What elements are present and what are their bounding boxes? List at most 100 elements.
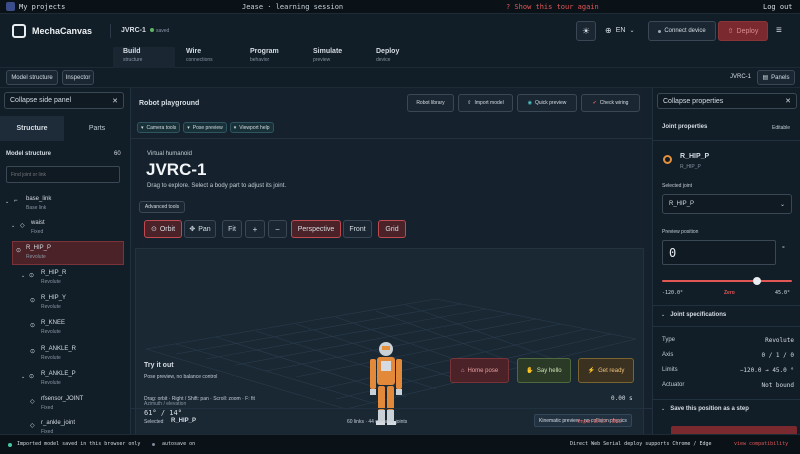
collapse-side-panel-button[interactable]: Collapse side panel ✕: [4, 92, 124, 109]
viewport-help-chip[interactable]: ▾ Viewport help: [229, 122, 274, 133]
connect-device-button[interactable]: Connect device: [648, 21, 716, 41]
theme-toggle-button[interactable]: ☀: [576, 21, 596, 41]
caret-icon: ▾: [141, 124, 144, 131]
import-urdf-link[interactable]: Import URDF / USD: [578, 419, 622, 425]
say-hello-button[interactable]: ✋ Say hello: [517, 358, 571, 383]
save-step-action[interactable]: [671, 426, 797, 434]
chevron-down-icon: ⌄: [629, 28, 635, 34]
robot-hint: Drag to explore. Select a body part to a…: [147, 183, 287, 189]
check-wiring-button[interactable]: ✔ Check wiring: [581, 94, 640, 112]
inspector-button[interactable]: Inspector: [62, 70, 94, 85]
tree-item-type: Revolute: [41, 279, 61, 285]
fixed-joint-icon: ◇: [30, 423, 35, 429]
robot-library-button[interactable]: Robot library: [407, 94, 454, 112]
deploy-button[interactable]: ⇧ Deploy: [718, 21, 768, 41]
tree-item-rfsensor-joint[interactable]: ◇ rfsensor_JOINT Fixed: [0, 393, 130, 417]
spec-key: Limits: [662, 367, 678, 373]
tree-item-r-hip-y[interactable]: ⊙ R_HIP_Y Revolute: [0, 292, 130, 316]
orbit-icon: ⊙: [150, 226, 157, 233]
model-structure-button[interactable]: Model structure: [6, 70, 58, 85]
back-label: My projects: [19, 2, 66, 11]
caret-icon: ▾: [233, 124, 237, 131]
save-step-header[interactable]: ⌄ Save this position as a step: [661, 406, 749, 412]
quick-preview-label: Quick preview: [534, 100, 567, 106]
selected-joint-label: Selected joint: [662, 183, 693, 189]
connect-dot-icon: [658, 29, 662, 33]
language-select[interactable]: ⊕ EN ⌄: [605, 26, 634, 35]
tree-item-waist[interactable]: ⌄ ◇ waist Fixed: [0, 217, 130, 241]
robot-title: JVRC-1: [146, 160, 207, 179]
spec-row-type: Type Revolute: [662, 337, 794, 344]
position-input[interactable]: [662, 240, 776, 265]
get-ready-button[interactable]: ⚡ Get ready: [578, 358, 634, 383]
app-header: MechaCanvas JVRC-1 saved Build structure…: [0, 14, 800, 81]
spec-key: Axis: [662, 352, 674, 358]
spec-key: Actuator: [662, 382, 685, 388]
panels-button[interactable]: ▤ Panels: [757, 70, 795, 85]
position-slider[interactable]: [662, 277, 792, 285]
tree-item-name: rfsensor_JOINT: [41, 396, 84, 402]
autosave-status: autosave on: [162, 441, 196, 447]
joint-select[interactable]: R_HIP_P ⌄: [662, 194, 792, 214]
tree-item-type: Revolute: [41, 304, 61, 310]
quick-preview-button[interactable]: ◉ Quick preview: [517, 94, 577, 112]
tour-link[interactable]: ? Show this tour again: [506, 3, 599, 11]
tree-item-name: waist: [31, 220, 45, 226]
home-pose-button[interactable]: ⌂ Home pose: [450, 358, 509, 383]
tree-item-name: base_link: [26, 196, 52, 202]
advanced-tools-button[interactable]: Advanced tools: [139, 201, 185, 213]
view-compatibility-link[interactable]: view compatibility: [734, 441, 788, 447]
divider: [653, 140, 800, 141]
viewport-help-label: Viewport help: [239, 124, 270, 131]
robot-name-label: JVRC-1: [730, 74, 752, 80]
save-step-title: Save this position as a step: [670, 406, 749, 412]
robot-right-thigh: [387, 386, 394, 410]
slider-thumb[interactable]: [752, 277, 761, 285]
tree-item-r-ankle-p[interactable]: ⌄ ⊙ R_ANKLE_P Revolute: [0, 368, 130, 392]
slider-min-label: -120.0°: [662, 290, 684, 296]
get-ready-label: Get ready: [598, 367, 625, 374]
3d-viewport[interactable]: Azimuth / elevation 61° / 14° Kinematic …: [135, 248, 644, 435]
fixed-joint-icon: ◇: [30, 399, 35, 405]
tree-item-r-knee[interactable]: ⊙ R_KNEE Revolute: [0, 317, 130, 341]
joint-specs-header[interactable]: ⌄ Joint specifications: [661, 312, 726, 318]
collapse-properties-label: Collapse properties: [663, 97, 724, 105]
tree-item-r-hip-p[interactable]: ⊙ R_HIP_P Revolute: [12, 241, 124, 265]
menu-icon[interactable]: ≡: [776, 25, 782, 36]
save-status-text: saved: [156, 28, 170, 34]
revolute-joint-icon: ⊙: [29, 273, 35, 279]
divider: [653, 326, 800, 327]
model-structure-title: Model structure: [6, 151, 52, 157]
joint-search-input[interactable]: [6, 166, 120, 183]
perspective-button[interactable]: Perspective: [291, 220, 341, 238]
pose-preview-chip[interactable]: ▾ Pose preview: [183, 122, 227, 133]
tab-parts[interactable]: Parts: [64, 116, 130, 141]
chip-row: ▾ Camera tools ▾ Pose preview ▾ Viewport he…: [137, 122, 274, 133]
editable-label: Editable: [772, 125, 791, 131]
caret-icon: ▾: [187, 124, 190, 131]
save-status: saved: [150, 28, 169, 34]
collapse-properties-button[interactable]: Collapse properties ✕: [657, 93, 797, 109]
tree-item-name: R_HIP_Y: [41, 295, 67, 301]
tab-wire-sub: connections: [186, 57, 213, 63]
divider: [653, 399, 800, 400]
grid-button[interactable]: Grid: [378, 220, 406, 238]
camera-tools-chip[interactable]: ▾ Camera tools: [137, 122, 181, 133]
logout-link[interactable]: Log out: [763, 3, 793, 11]
tree-item-base-link[interactable]: ⌄ ⌐ base_link Base link: [0, 193, 130, 217]
back-to-projects-button[interactable]: My projects: [6, 2, 65, 11]
tree-item-r-hip-r[interactable]: ⌄ ⊙ R_HIP_R Revolute: [0, 267, 130, 291]
fit-button[interactable]: Fit: [222, 220, 242, 238]
joint-orbit-icon: [663, 155, 672, 164]
pan-button[interactable]: ✥ Pan: [184, 220, 216, 238]
tree-item-name: r_ankle_joint: [41, 420, 76, 426]
import-model-button[interactable]: ⇧ Import model: [458, 94, 513, 112]
orbit-button[interactable]: ⊙ Orbit: [144, 220, 182, 238]
front-button[interactable]: Front: [343, 220, 372, 238]
tree-item-type: Revolute: [26, 254, 46, 260]
zoom-out-button[interactable]: −: [268, 220, 287, 238]
tree-item-r-ankle-r[interactable]: ⊙ R_ANKLE_R Revolute: [0, 343, 130, 367]
zoom-in-button[interactable]: +: [245, 220, 265, 238]
model-count: 60: [114, 151, 121, 157]
tab-structure[interactable]: Structure: [0, 116, 64, 141]
